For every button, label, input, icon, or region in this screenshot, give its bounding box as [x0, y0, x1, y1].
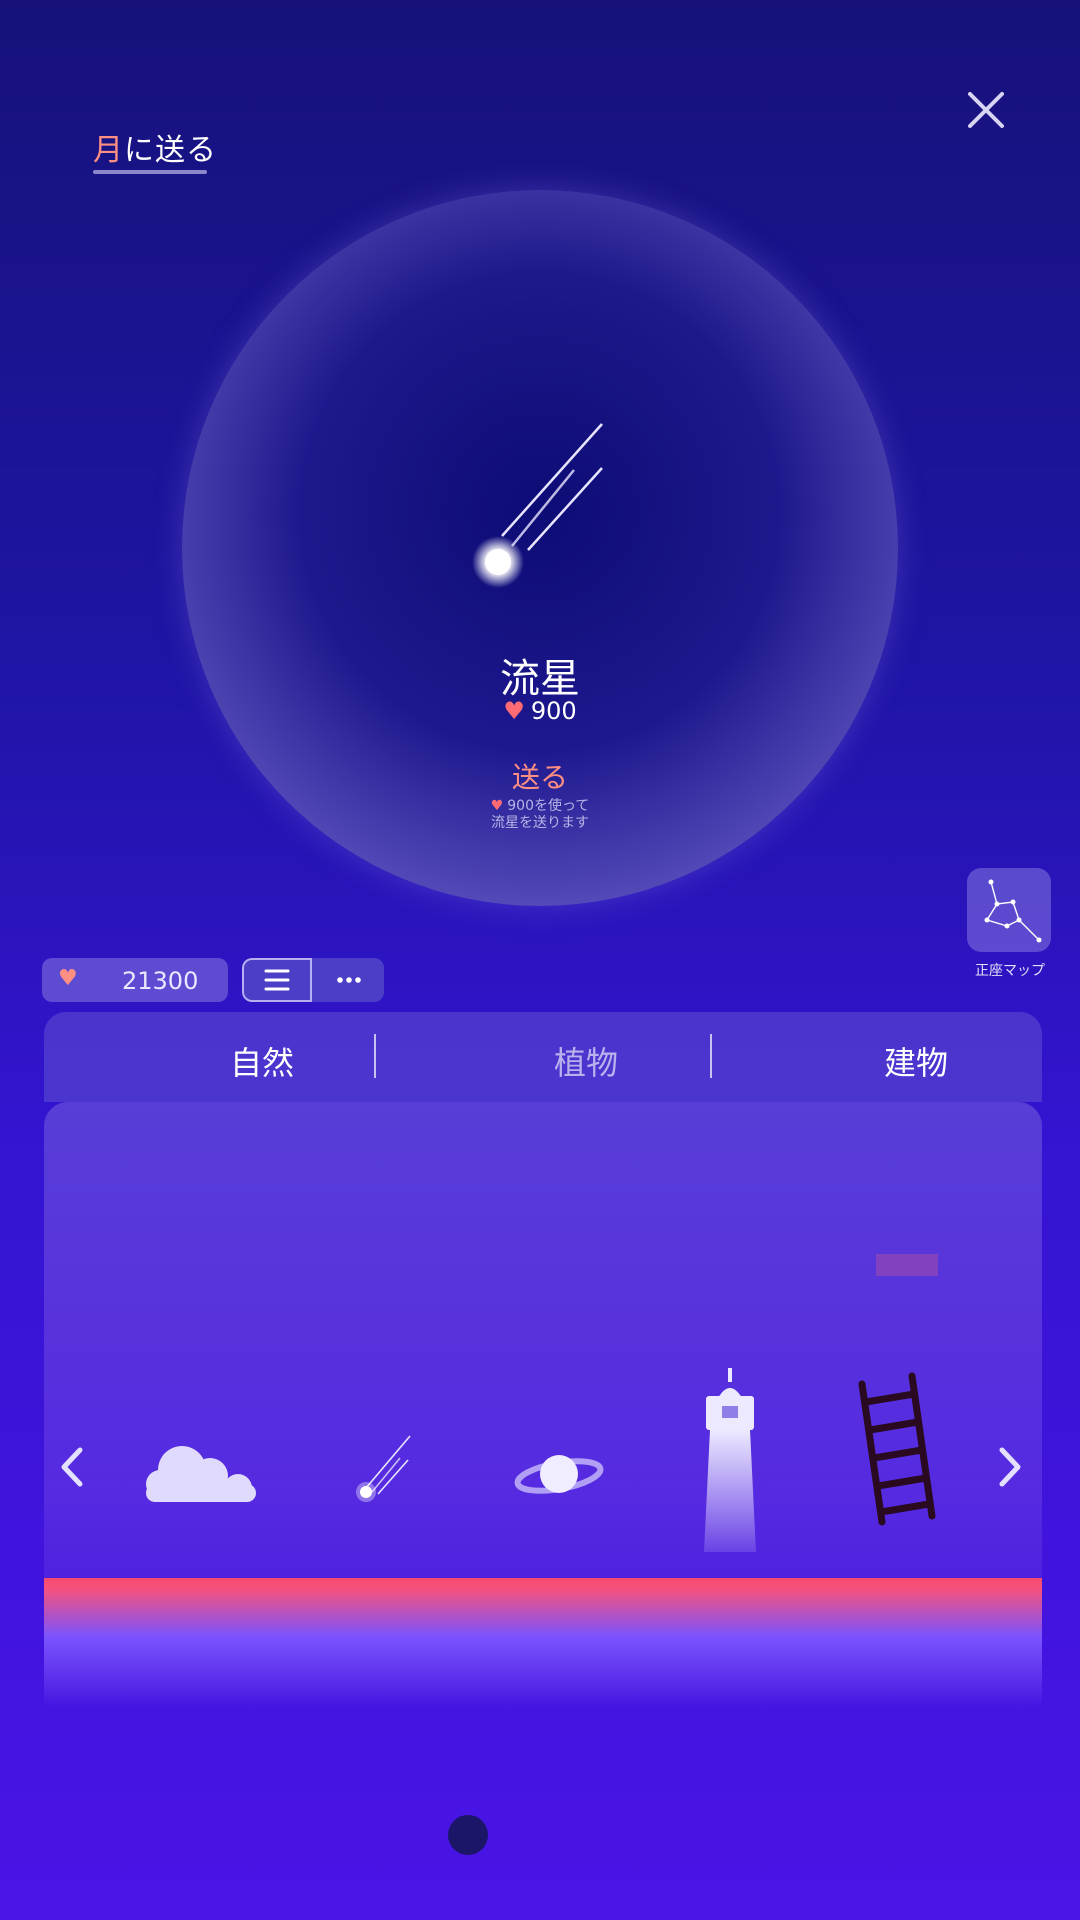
list-view-button[interactable] [242, 958, 312, 1002]
send-note-line1: 900を使って [507, 798, 590, 814]
heart-icon: ♥ [58, 966, 78, 991]
moon-icon [592, 1816, 624, 1852]
hearts-balance: ♥ 21300 [42, 958, 228, 1002]
close-button[interactable] [960, 84, 1012, 136]
chevron-right-icon [999, 1447, 1021, 1487]
ladder-icon [858, 1372, 936, 1526]
next-button[interactable] [992, 1440, 1026, 1494]
page-indicator-dark[interactable] [448, 1815, 488, 1855]
item-lighthouse[interactable] [700, 1368, 760, 1552]
tab-divider [710, 1034, 712, 1078]
tab-nature[interactable]: 自然 [162, 1038, 362, 1084]
page-indicator-moon[interactable] [590, 1814, 630, 1858]
tab-send-to-moon[interactable]: 月に送る [93, 125, 217, 169]
tab-plants[interactable]: 植物 [486, 1038, 686, 1084]
previous-button[interactable] [56, 1440, 90, 1494]
constellation-map-button[interactable] [967, 868, 1051, 952]
meteor-icon [356, 1435, 411, 1502]
cloud-icon [146, 1446, 256, 1502]
send-note-line2: 流星を送ります [491, 815, 589, 831]
tab-divider [374, 1034, 376, 1078]
send-button[interactable]: 送る [440, 756, 640, 796]
more-icon [337, 977, 361, 983]
hearts-count: 21300 [122, 967, 199, 995]
horizon-glow [44, 1578, 1042, 1708]
item-price: ♥ 900 [390, 697, 690, 725]
title-rest: に送る [124, 133, 217, 168]
item-name: 流星 [500, 656, 580, 702]
constellation-icon [984, 879, 1042, 943]
item-cloud[interactable] [138, 1440, 262, 1504]
item-ladder[interactable] [856, 1372, 940, 1528]
tab-buildings[interactable]: 建物 [816, 1038, 1016, 1084]
item-meteor[interactable] [352, 1430, 412, 1506]
heart-icon: ♥ [490, 798, 504, 814]
more-view-button[interactable] [314, 958, 384, 1002]
list-icon [264, 969, 290, 991]
view-toggle [242, 958, 384, 1002]
constellation-map-label: 正座マップ [975, 963, 1045, 979]
category-tabs: 自然 植物 建物 [44, 1012, 1042, 1102]
item-planet[interactable] [514, 1448, 604, 1500]
chevron-left-icon [61, 1447, 83, 1487]
close-icon [968, 92, 1004, 128]
heart-icon: ♥ [503, 697, 525, 725]
moon-icon [870, 1168, 960, 1278]
send-note: ♥ 900を使って 流星を送ります [420, 798, 660, 832]
item-price-value: 900 [530, 697, 577, 725]
lighthouse-icon [704, 1368, 756, 1552]
meteor-icon [470, 410, 610, 590]
active-tab-underline [93, 170, 207, 174]
planet-icon [514, 1455, 604, 1494]
title-highlight: 月 [93, 133, 124, 168]
